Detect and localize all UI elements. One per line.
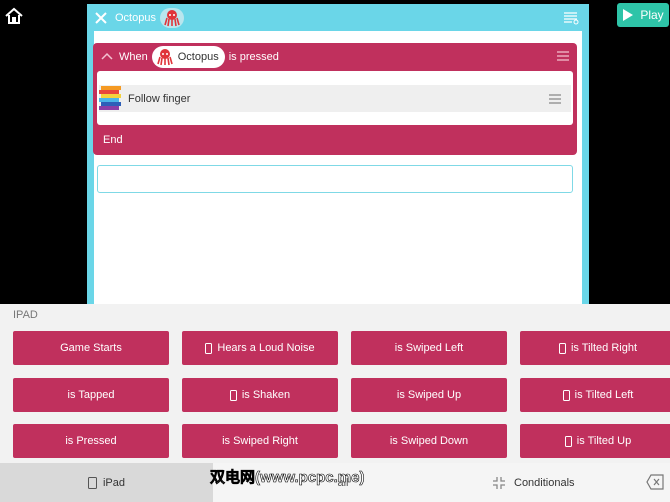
- octopus-icon: [156, 49, 173, 66]
- character-name: Octopus: [177, 51, 219, 63]
- rule-header: When Octopus is pressed: [93, 43, 577, 71]
- condition-button-label: Game Starts: [60, 342, 122, 354]
- condition-button-label: is Tapped: [67, 389, 115, 401]
- condition-button[interactable]: Hears a Loud Noise: [182, 331, 338, 365]
- action-label: Follow finger: [128, 92, 191, 105]
- character-pill[interactable]: Octopus: [151, 46, 225, 68]
- condition-button-label: is Tilted Left: [574, 389, 634, 401]
- phone-icon: [229, 389, 237, 401]
- rule-block[interactable]: When Octopus is pressed Follow finger En…: [93, 43, 577, 155]
- condition-button-label: is Tilted Up: [576, 435, 632, 447]
- condition-button-label: is Shaken: [241, 389, 291, 401]
- play-label: Play: [640, 8, 664, 22]
- phone-icon: [564, 435, 572, 447]
- condition-button[interactable]: is Swiped Left: [351, 331, 507, 365]
- condition-button[interactable]: is Shaken: [182, 378, 338, 412]
- end-label: End: [103, 134, 123, 146]
- tab-conditionals-label: Conditionals: [514, 476, 575, 489]
- watermark-text: 双电网(www.pcpc.me): [210, 469, 365, 487]
- phone-icon: [558, 342, 566, 354]
- tab-conditionals[interactable]: Conditionals: [492, 463, 612, 502]
- when-label: When: [119, 51, 148, 63]
- condition-button[interactable]: is Swiped Up: [351, 378, 507, 412]
- home-icon[interactable]: [4, 6, 24, 26]
- condition-button[interactable]: is Tilted Up: [520, 424, 670, 458]
- drawer-section-label: IPAD: [13, 309, 38, 321]
- condition-button-label: Hears a Loud Noise: [217, 342, 315, 354]
- condition-button[interactable]: is Swiped Right: [182, 424, 338, 458]
- shrink-arrows-icon: [493, 476, 505, 489]
- action-follow-finger[interactable]: Follow finger: [99, 85, 571, 112]
- condition-button[interactable]: is Tapped: [13, 378, 169, 412]
- new-rule-slot[interactable]: [97, 165, 573, 193]
- editor-title: Octopus: [115, 11, 156, 24]
- tab-ipad-label: iPad: [102, 476, 126, 489]
- rainbow-stack-icon: [99, 86, 121, 110]
- condition-button[interactable]: is Swiped Down: [351, 424, 507, 458]
- condition-button-label: is Swiped Left: [394, 342, 464, 354]
- editor-header: Octopus: [87, 4, 589, 31]
- play-icon: [623, 9, 634, 21]
- close-icon[interactable]: [94, 11, 108, 25]
- action-menu-icon[interactable]: [549, 93, 561, 105]
- condition-button-label: is Tilted Right: [570, 342, 638, 354]
- chevron-up-icon[interactable]: [101, 51, 113, 63]
- condition-button[interactable]: Game Starts: [13, 331, 169, 365]
- phone-icon: [562, 389, 570, 401]
- octopus-avatar: [159, 7, 184, 28]
- condition-button[interactable]: is Tilted Right: [520, 331, 670, 365]
- delete-icon[interactable]: [646, 474, 664, 490]
- condition-button-label: is Swiped Up: [396, 389, 462, 401]
- condition-button-label: is Pressed: [65, 435, 117, 447]
- condition-button[interactable]: is Pressed: [13, 424, 169, 458]
- ipad-icon: [87, 476, 97, 489]
- condition-button-label: is Swiped Down: [389, 435, 469, 447]
- play-button[interactable]: Play: [617, 3, 669, 27]
- rule-actions: Follow finger: [97, 71, 573, 125]
- condition-button[interactable]: is Tilted Left: [520, 378, 670, 412]
- rules-list-icon[interactable]: [563, 10, 579, 26]
- condition-button-label: is Swiped Right: [222, 435, 298, 447]
- phone-icon: [205, 342, 213, 354]
- rule-menu-icon[interactable]: [557, 50, 569, 62]
- tab-ipad[interactable]: iPad: [0, 463, 213, 502]
- condition-label: is pressed: [228, 51, 279, 63]
